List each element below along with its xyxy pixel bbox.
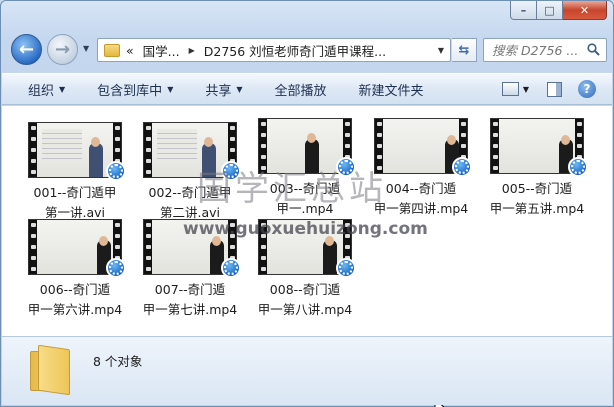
file-name: 005--奇门遁 甲一第五讲.mp4 — [489, 181, 585, 216]
media-player-icon — [106, 258, 126, 278]
search-box[interactable] — [483, 38, 607, 62]
back-arrow-icon: ← — [18, 39, 35, 60]
maximize-button[interactable]: □ — [537, 1, 563, 20]
media-player-icon — [221, 258, 241, 278]
minimize-button[interactable]: – — [510, 1, 537, 20]
breadcrumb-item-current[interactable]: D2756 刘恒老师奇门遁甲课程... — [204, 41, 386, 60]
share-menu[interactable]: 共享 ▼ — [205, 80, 242, 99]
close-button[interactable]: ✕ — [563, 1, 607, 20]
forward-arrow-icon: → — [54, 39, 71, 60]
chevron-down-icon: ▼ — [236, 84, 243, 94]
play-all-button[interactable]: 全部播放 — [275, 80, 327, 99]
view-options-dropdown-icon[interactable]: ▼ — [523, 85, 529, 94]
preview-pane-icon[interactable] — [547, 81, 562, 97]
video-thumbnail — [374, 118, 472, 177]
breadcrumb-item[interactable]: 国学... — [143, 41, 180, 60]
new-folder-button[interactable]: 新建文件夹 — [359, 80, 424, 99]
search-icon[interactable] — [587, 43, 600, 56]
watermark-title: 国学汇总站 — [197, 169, 387, 209]
video-thumbnail — [28, 219, 126, 278]
file-name: 006--奇门遁 甲一第六讲.mp4 — [27, 282, 123, 317]
watermark-url: www.guoxuehuizong.com — [183, 219, 428, 239]
item-count: 8 个对象 — [93, 354, 143, 369]
file-name: 008--奇门遁 甲一第八讲.mp4 — [257, 282, 353, 317]
details-pane: 8 个对象 — [2, 336, 612, 405]
recent-pages-dropdown[interactable]: ▼ — [83, 44, 89, 53]
media-player-icon — [106, 161, 126, 181]
caption-buttons: – □ ✕ — [510, 1, 607, 20]
media-player-icon — [568, 157, 588, 177]
play-all-label: 全部播放 — [274, 83, 327, 99]
back-button[interactable]: ← — [11, 34, 42, 65]
command-bar: 组织 ▼ 包含到库中 ▼ 共享 ▼ 全部播放 新建文件夹 ▼ ? — [2, 73, 612, 105]
media-player-icon — [336, 258, 356, 278]
folder-icon — [30, 344, 72, 396]
media-player-icon — [452, 157, 472, 177]
refresh-icon: ⇆ — [458, 42, 470, 58]
folder-icon — [104, 43, 120, 57]
change-view-icon[interactable] — [501, 82, 519, 96]
address-overflow-chevron[interactable]: « — [126, 43, 134, 58]
share-label: 共享 — [205, 83, 232, 99]
include-in-library-menu[interactable]: 包含到库中 ▼ — [97, 80, 173, 99]
organize-menu[interactable]: 组织 ▼ — [28, 80, 65, 99]
help-icon[interactable]: ? — [578, 80, 596, 98]
organize-label: 组织 — [28, 83, 55, 99]
file-item[interactable]: 001--奇门遁甲 第一讲.avi — [20, 122, 130, 223]
chevron-down-icon: ▼ — [59, 84, 66, 94]
explorer-window: – □ ✕ ← → ▼ « 国学... ▶ D2756 刘恒老师奇门遁甲课程..… — [0, 0, 614, 407]
file-item[interactable]: 006--奇门遁 甲一第六讲.mp4 — [20, 219, 130, 320]
refresh-button[interactable]: ⇆ — [452, 38, 477, 62]
chevron-down-icon: ▼ — [167, 84, 174, 94]
video-thumbnail — [490, 118, 588, 177]
breadcrumb-separator-icon[interactable]: ▶ — [189, 46, 195, 55]
new-folder-label: 新建文件夹 — [358, 83, 424, 99]
address-dropdown-icon[interactable]: ▼ — [438, 46, 444, 55]
include-in-library-label: 包含到库中 — [97, 83, 163, 99]
file-name: 001--奇门遁甲 第一讲.avi — [33, 185, 117, 220]
search-input[interactable] — [492, 42, 580, 58]
address-bar[interactable]: « 国学... ▶ D2756 刘恒老师奇门遁甲课程... ▼ — [97, 38, 451, 62]
file-name: 007--奇门遁 甲一第七讲.mp4 — [142, 282, 238, 317]
forward-button[interactable]: → — [47, 34, 78, 65]
navigation-bar: ← → ▼ « 国学... ▶ D2756 刘恒老师奇门遁甲课程... ▼ ⇆ — [9, 34, 607, 66]
file-item[interactable]: 005--奇门遁 甲一第五讲.mp4 — [482, 118, 592, 219]
video-thumbnail — [28, 122, 126, 181]
